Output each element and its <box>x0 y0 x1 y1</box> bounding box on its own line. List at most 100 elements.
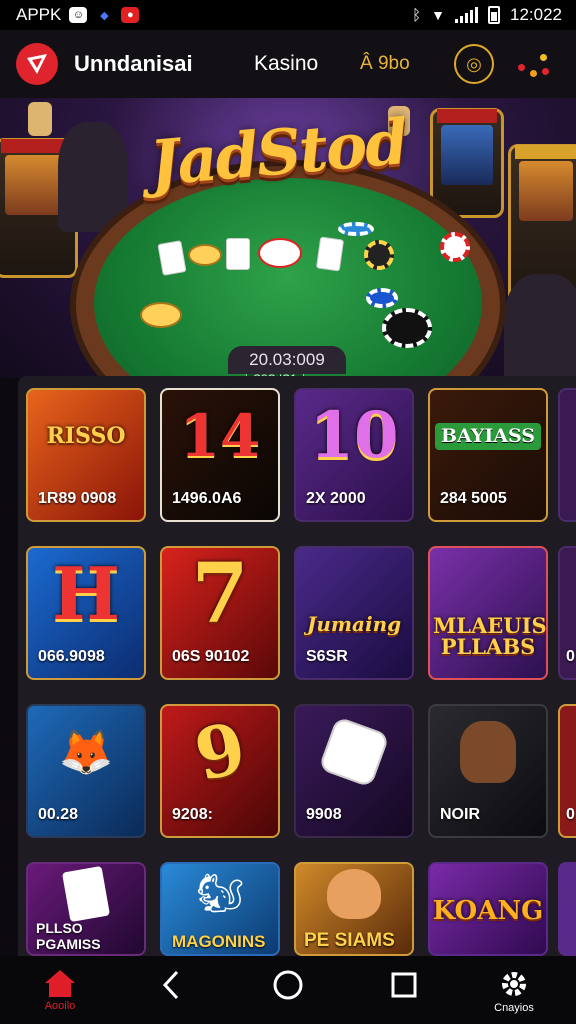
hero-banner[interactable]: JadStod S8S |S1 20.03:009 <box>0 98 576 378</box>
character-icon: 🐿 <box>195 873 245 915</box>
game-title: RISSO <box>46 423 126 449</box>
game-tile[interactable]: NOIR <box>428 704 548 838</box>
character-icon <box>327 869 381 919</box>
bottom-navigation: Aooilo Cnayios <box>0 956 576 1024</box>
battery-icon <box>488 6 500 24</box>
clock: 12:022 <box>510 5 562 24</box>
red-diamond-logo-icon[interactable] <box>16 43 58 85</box>
game-title: 7 <box>191 546 249 642</box>
game-code: S6SR <box>306 648 348 665</box>
settings-label: Cnayios <box>494 1002 534 1014</box>
circle-home-icon <box>273 970 303 1000</box>
home-icon <box>45 970 75 997</box>
game-art <box>296 706 412 798</box>
game-art: 14 <box>162 390 278 482</box>
game-title: MAGONINS <box>172 932 266 951</box>
game-tile[interactable]: H 066.9098 <box>26 546 146 680</box>
hero-counter: 20.03:009 <box>228 346 346 374</box>
game-tile[interactable]: 14 1496.0A6 <box>160 388 280 522</box>
character-icon <box>460 721 516 783</box>
game-tile-partial[interactable] <box>558 862 576 956</box>
game-title: 14 <box>179 402 261 470</box>
game-art: 7 <box>162 548 278 640</box>
settings-button[interactable]: Cnayios <box>484 968 544 1018</box>
game-tile[interactable]: Jumaing S6SR <box>294 546 414 680</box>
game-tile[interactable]: PLLSO PGAMISS <box>26 862 146 956</box>
coin-icon[interactable]: ◎ <box>454 44 494 84</box>
overview-button[interactable] <box>374 968 434 1018</box>
app-label: APPK <box>16 5 62 24</box>
game-tile[interactable]: 9 9208: <box>160 704 280 838</box>
game-code: 06S 90102 <box>172 648 250 665</box>
gear-icon <box>502 972 526 996</box>
cat-icon: ☺ <box>69 7 88 23</box>
app-header: Unndanisai Kasino Â 9bo ◎ <box>0 30 576 98</box>
game-art: KOANG <box>430 864 546 954</box>
game-art: 🐿 <box>162 864 278 924</box>
game-tile[interactable]: 10 2X 2000 <box>294 388 414 522</box>
shield-icon: ◆ <box>100 9 109 22</box>
home-button[interactable]: Aooilo <box>30 968 90 1018</box>
game-title: 10 <box>309 398 399 473</box>
bluetooth-icon: ᛒ <box>412 6 422 24</box>
game-tile[interactable]: 9908 <box>294 704 414 838</box>
game-code: 066.9098 <box>38 648 105 665</box>
gold-coin <box>140 302 182 328</box>
game-art: 🦊 <box>28 706 144 798</box>
game-code: 1496.0A6 <box>172 490 242 507</box>
game-code: 9908 <box>306 806 342 823</box>
back-icon <box>162 970 179 1000</box>
game-title: PE SIAMS <box>304 930 395 951</box>
game-art: H <box>28 548 144 640</box>
game-art <box>296 864 412 924</box>
status-bar: APPK ☺ ◆ ● ᛒ ▼ 12:022 <box>0 0 576 30</box>
game-code: NOIR <box>440 806 480 823</box>
game-code: 9208: <box>172 806 213 823</box>
more-dots-icon[interactable] <box>516 50 550 78</box>
game-tile[interactable]: RISSO 1R89 0908 <box>26 388 146 522</box>
game-art <box>430 706 546 798</box>
game-title: Jumaing <box>306 612 402 636</box>
game-art: 10 <box>296 390 412 482</box>
game-art: RISSO <box>28 390 144 482</box>
back-button[interactable] <box>142 968 202 1018</box>
poker-chip <box>440 232 470 262</box>
ceiling-light <box>28 102 52 136</box>
game-code: 1R89 0908 <box>38 490 117 507</box>
player-right <box>504 274 576 378</box>
wifi-icon: ▼ <box>431 7 445 23</box>
signal-icon <box>455 7 478 23</box>
game-title: 9 <box>187 705 253 798</box>
gold-coin <box>258 238 302 268</box>
game-tile-partial[interactable]: 0 <box>558 704 576 838</box>
gold-coin <box>188 244 222 266</box>
poker-chip <box>364 240 394 270</box>
game-code: 0 <box>566 806 575 823</box>
home-label: Aooilo <box>44 1000 76 1012</box>
game-code: 284 5005 <box>440 490 507 507</box>
game-code: 0 <box>566 648 575 665</box>
game-tile-partial[interactable] <box>558 388 576 522</box>
game-tile[interactable]: PE SIAMS <box>294 862 414 956</box>
game-title: KOANG <box>432 896 544 926</box>
square-overview-icon <box>391 972 417 998</box>
playing-card-icon <box>61 865 111 923</box>
game-tile-partial[interactable]: 0 <box>558 546 576 680</box>
game-tile[interactable]: KOANG <box>428 862 548 956</box>
nav-promo[interactable]: Â 9bo <box>360 53 410 75</box>
game-tile[interactable]: BAYIASS 284 5005 <box>428 388 548 522</box>
game-tile[interactable]: 7 06S 90102 <box>160 546 280 680</box>
game-tile[interactable]: MLAEUIS PLLABS <box>428 546 548 680</box>
game-title: H <box>51 551 121 636</box>
brand-name[interactable]: Unndanisai <box>74 51 193 77</box>
poker-chip <box>366 288 398 308</box>
game-tile[interactable]: 🐿 MAGONINS <box>160 862 280 956</box>
nav-kasino[interactable]: Kasino <box>254 52 318 76</box>
dice-icon <box>318 716 390 788</box>
poker-chip <box>338 222 374 236</box>
game-art <box>28 864 144 924</box>
game-tile[interactable]: 🦊 00.28 <box>26 704 146 838</box>
recents-circle-button[interactable] <box>258 968 318 1018</box>
game-art: 9 <box>162 706 278 798</box>
game-title: PLLSO PGAMISS <box>36 920 101 952</box>
